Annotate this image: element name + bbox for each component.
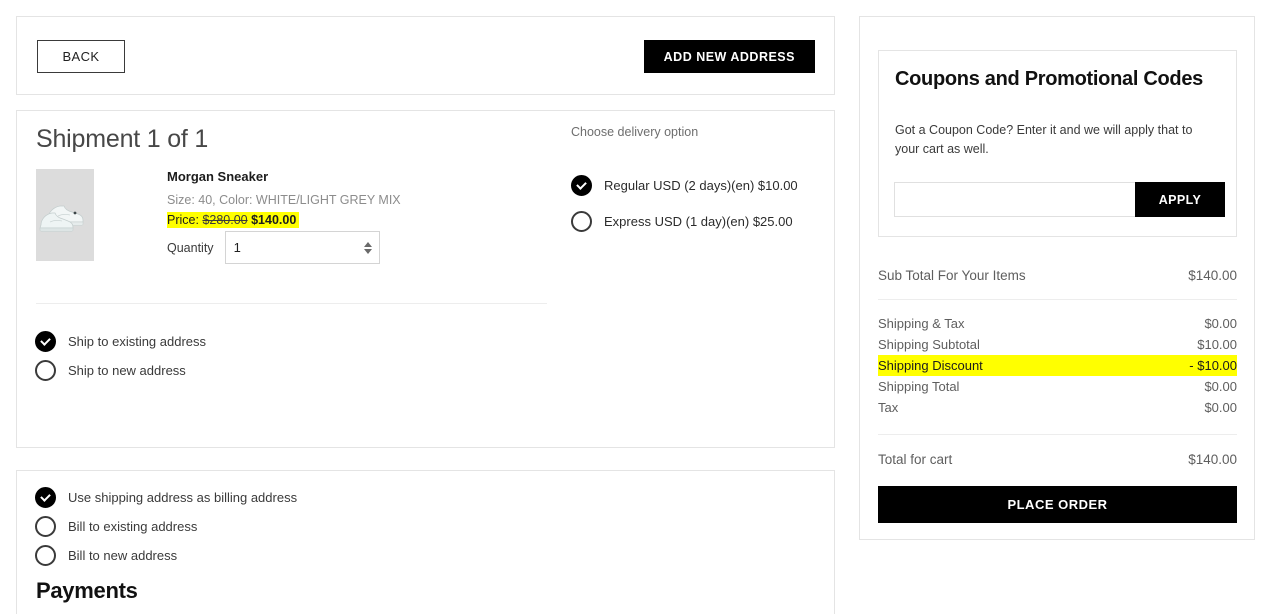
summary-value: $140.00	[1188, 268, 1237, 283]
checkout-page: BACK ADD NEW ADDRESS Shipment 1 of 1 Mor…	[0, 0, 1280, 614]
radio-checked-icon[interactable]	[571, 175, 592, 196]
summary-label: Shipping Total	[878, 379, 960, 394]
bill-to-new-address-option[interactable]: Bill to new address	[35, 545, 455, 566]
summary-row-shipping-discount: Shipping Discount - $10.00	[878, 355, 1237, 376]
summary-divider	[878, 434, 1237, 435]
delivery-option-label: Regular USD (2 days)(en) $10.00	[604, 178, 798, 193]
summary-value: $0.00	[1204, 379, 1237, 394]
delivery-option-label: Express USD (1 day)(en) $25.00	[604, 214, 793, 229]
product-thumbnail	[36, 169, 94, 261]
summary-divider	[878, 299, 1237, 300]
radio-unchecked-icon[interactable]	[35, 360, 56, 381]
product-price: Price: $280.00 $140.00	[167, 212, 300, 228]
shipping-address-options: Ship to existing address Ship to new add…	[35, 331, 455, 389]
coupon-code-input[interactable]	[894, 182, 1135, 217]
summary-row-subtotal: Sub Total For Your Items $140.00	[878, 265, 1237, 286]
summary-label: Total for cart	[878, 452, 953, 467]
summary-label: Shipping Subtotal	[878, 337, 980, 352]
shipment-title: Shipment 1 of 1	[36, 125, 209, 153]
billing-option-label: Bill to new address	[68, 548, 178, 563]
summary-row-shipping-total: Shipping Total $0.00	[878, 376, 1237, 397]
summary-value: $0.00	[1204, 400, 1237, 415]
summary-label: Tax	[878, 400, 899, 415]
billing-option-label: Bill to existing address	[68, 519, 198, 534]
quantity-input[interactable]	[224, 231, 380, 264]
billing-option-label: Use shipping address as billing address	[68, 490, 298, 505]
summary-row-tax: Tax $0.00	[878, 397, 1237, 418]
ship-to-new-address-option[interactable]: Ship to new address	[35, 360, 455, 381]
payments-title: Payments	[36, 578, 138, 603]
radio-unchecked-icon[interactable]	[35, 545, 56, 566]
section-divider	[36, 303, 547, 304]
apply-coupon-button[interactable]: APPLY	[1135, 182, 1225, 217]
summary-value: $10.00	[1197, 337, 1237, 352]
quantity-stepper[interactable]	[224, 231, 380, 264]
coupon-box: Coupons and Promotional Codes Got a Coup…	[878, 50, 1237, 237]
billing-address-options: Use shipping address as billing address …	[35, 487, 455, 574]
billing-card: Use shipping address as billing address …	[16, 470, 835, 614]
summary-label: Shipping & Tax	[878, 316, 965, 331]
product-variant: Size: 40, Color: WHITE/LIGHT GREY MIX	[167, 193, 401, 207]
shipment-card: Shipment 1 of 1 Morgan Sneaker Size: 40,…	[16, 110, 835, 513]
bill-to-existing-address-option[interactable]: Bill to existing address	[35, 516, 455, 537]
ship-to-existing-address-option[interactable]: Ship to existing address	[35, 331, 455, 352]
summary-lines: Sub Total For Your Items $140.00 Shippin…	[878, 265, 1237, 470]
quantity-label: Quantity	[167, 240, 214, 255]
toolbar-card: BACK ADD NEW ADDRESS	[16, 16, 835, 95]
delivery-option-express[interactable]: Express USD (1 day)(en) $25.00	[571, 211, 821, 232]
price-label: Price:	[167, 213, 199, 227]
delivery-option-regular[interactable]: Regular USD (2 days)(en) $10.00	[571, 175, 821, 196]
summary-value: $140.00	[1188, 452, 1237, 467]
product-info: Morgan Sneaker Size: 40, Color: WHITE/LI…	[167, 169, 567, 229]
back-button[interactable]: BACK	[37, 40, 125, 73]
summary-row-shipping-tax: Shipping & Tax $0.00	[878, 313, 1237, 334]
price-current: $140.00	[251, 213, 297, 227]
summary-row-total: Total for cart $140.00	[878, 449, 1237, 470]
delivery-options: Choose delivery option Regular USD (2 da…	[571, 125, 821, 247]
price-original: $280.00	[202, 213, 248, 227]
summary-label: Sub Total For Your Items	[878, 268, 1026, 283]
radio-unchecked-icon[interactable]	[35, 516, 56, 537]
summary-label: Shipping Discount	[878, 358, 983, 373]
ship-option-label: Ship to existing address	[68, 334, 207, 349]
summary-value: $0.00	[1204, 316, 1237, 331]
sneaker-icon	[36, 169, 94, 261]
use-shipping-as-billing-option[interactable]: Use shipping address as billing address	[35, 487, 455, 508]
radio-checked-icon[interactable]	[35, 331, 56, 352]
add-new-address-button[interactable]: ADD NEW ADDRESS	[643, 40, 815, 73]
order-summary-card: Coupons and Promotional Codes Got a Coup…	[859, 16, 1255, 540]
summary-value: - $10.00	[1189, 358, 1237, 373]
product-name: Morgan Sneaker	[167, 169, 269, 184]
coupon-input-row: APPLY	[894, 182, 1225, 217]
delivery-options-label: Choose delivery option	[571, 125, 699, 139]
radio-unchecked-icon[interactable]	[571, 211, 592, 232]
coupon-description: Got a Coupon Code? Enter it and we will …	[895, 123, 1193, 157]
place-order-button[interactable]: PLACE ORDER	[878, 486, 1237, 523]
quantity-row: Quantity	[167, 231, 380, 264]
radio-checked-icon[interactable]	[35, 487, 56, 508]
coupon-title: Coupons and Promotional Codes	[895, 68, 1203, 90]
ship-option-label: Ship to new address	[68, 363, 186, 378]
summary-row-shipping-subtotal: Shipping Subtotal $10.00	[878, 334, 1237, 355]
